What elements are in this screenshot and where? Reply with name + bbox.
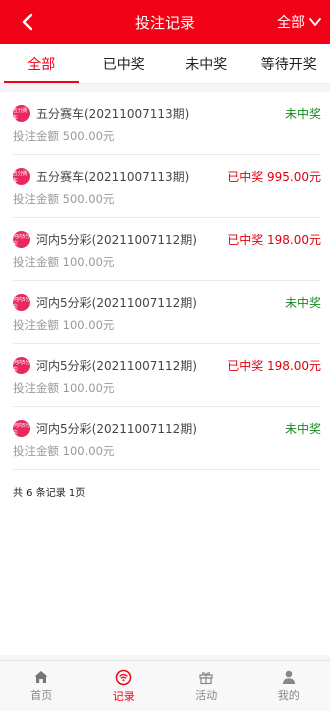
- filter-dropdown[interactable]: 全部: [277, 0, 322, 44]
- chevron-down-icon: [309, 18, 321, 26]
- gift-icon: [199, 672, 213, 685]
- record-amount: 投注金额 500.00元: [13, 192, 115, 206]
- record-amount: 投注金额 100.00元: [13, 444, 115, 458]
- record-list: 五分赛车 五分赛车(20211007113期) 未中奖 投注金额 500.00元 五分赛…: [0, 92, 330, 655]
- record-tabs: 全部 已中奖 未中奖 等待开奖: [0, 44, 330, 84]
- nav-record[interactable]: 记录: [83, 661, 166, 711]
- record-status: 已中奖 198.00元: [227, 359, 321, 373]
- record-name: 河内5分彩(20211007112期): [36, 296, 197, 310]
- record-name: 五分赛车(20211007113期): [36, 170, 190, 184]
- tab-won[interactable]: 已中奖: [83, 44, 166, 83]
- lottery-icon: 河内5分彩: [13, 357, 30, 374]
- app-header: 投注记录 全部: [0, 0, 330, 44]
- record-amount: 投注金额 100.00元: [13, 381, 115, 395]
- record-amount: 投注金额 100.00元: [13, 318, 115, 332]
- lottery-icon-label: 河内5分彩: [13, 233, 30, 247]
- nav-record-label: 记录: [112, 689, 135, 703]
- bottom-nav: 首页 记录 活动 我的: [0, 660, 330, 711]
- user-icon: [282, 670, 295, 684]
- record-icon: [116, 669, 132, 685]
- record-name: 河内5分彩(20211007112期): [36, 359, 197, 373]
- tab-pending[interactable]: 等待开奖: [248, 44, 330, 83]
- tab-all[interactable]: 全部: [0, 44, 83, 83]
- lottery-icon-label: 河内5分彩: [13, 359, 30, 373]
- nav-home-label: 首页: [30, 689, 53, 702]
- lottery-icon-label: 河内5分彩: [13, 422, 30, 436]
- record-status: 已中奖 995.00元: [227, 170, 321, 184]
- record-row[interactable]: 河内5分彩 河内5分彩(20211007112期) 未中奖投注金额 100.00元: [13, 407, 321, 470]
- record-row[interactable]: 河内5分彩 河内5分彩(20211007112期) 已中奖 198.00元投注金额 …: [13, 344, 321, 407]
- lottery-icon-label: 五分赛车: [13, 107, 28, 121]
- back-arrow-icon[interactable]: [18, 12, 38, 32]
- page-title: 投注记录: [134, 13, 195, 32]
- record-status: 未中奖: [284, 296, 321, 310]
- filter-label: 全部: [277, 15, 305, 31]
- lottery-icon: 五分赛车: [13, 105, 30, 122]
- record-amount: 投注金额 100.00元: [13, 255, 115, 269]
- record-row[interactable]: 河内5分彩 河内5分彩(20211007112期) 未中奖投注金额 100.00元: [13, 281, 321, 344]
- lottery-icon-label: 河内5分彩: [13, 296, 30, 310]
- record-status: 已中奖 198.00元: [227, 233, 321, 247]
- record-status: 未中奖: [284, 107, 321, 121]
- nav-mine[interactable]: 我的: [248, 661, 330, 711]
- nav-home[interactable]: 首页: [0, 661, 83, 711]
- record-name: 五分赛车(20211007113期): [36, 107, 190, 121]
- nav-activity[interactable]: 活动: [165, 661, 248, 711]
- record-summary: 共 6 条记录 1页: [13, 488, 86, 499]
- nav-mine-label: 我的: [277, 689, 300, 702]
- record-amount: 投注金额 500.00元: [13, 129, 115, 143]
- tab-lost[interactable]: 未中奖: [165, 44, 248, 83]
- record-status: 未中奖: [284, 422, 321, 436]
- lottery-icon: 河内5分彩: [13, 420, 30, 437]
- record-row[interactable]: 河内5分彩 河内5分彩(20211007112期) 已中奖 198.00元投注金额 …: [13, 218, 321, 281]
- record-name: 河内5分彩(20211007112期): [36, 422, 197, 436]
- lottery-icon: 河内5分彩: [13, 294, 30, 311]
- lottery-icon: 河内5分彩: [13, 231, 30, 248]
- nav-activity-label: 活动: [195, 689, 218, 702]
- home-icon: [34, 671, 48, 683]
- record-name: 河内5分彩(20211007112期): [36, 233, 197, 247]
- lottery-icon-label: 五分赛车: [13, 170, 28, 184]
- lottery-icon: 五分赛车: [13, 168, 30, 185]
- record-row[interactable]: 五分赛车 五分赛车(20211007113期) 未中奖投注金额 500.00元: [13, 92, 321, 155]
- record-row[interactable]: 五分赛车 五分赛车(20211007113期) 已中奖 995.00元投注金额 50…: [13, 155, 321, 218]
